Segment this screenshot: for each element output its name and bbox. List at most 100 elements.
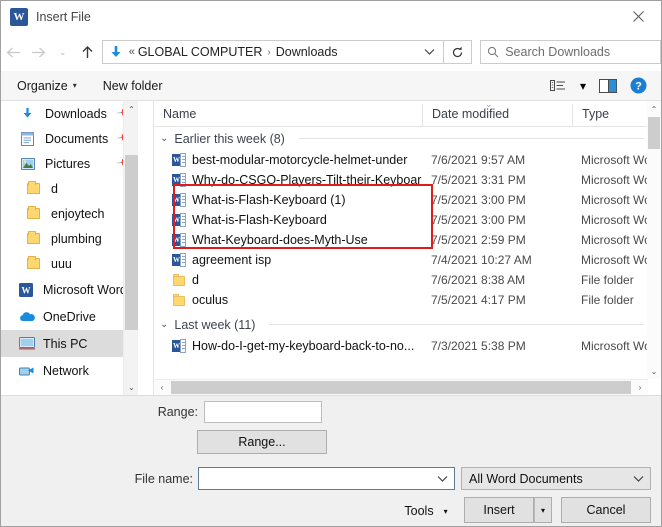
file-date-cell: 7/3/2021 5:38 PM [431,339,526,353]
close-icon[interactable] [615,1,661,32]
insert-dropdown-button[interactable]: ▾ [534,497,552,523]
table-row[interactable]: d 7/6/2021 8:38 AM File folder [154,270,648,290]
file-name-cell[interactable]: oculus [154,293,422,307]
file-name-input[interactable] [198,467,455,490]
file-name: Why-do-CSGO-Players-Tilt-their-Keyboard [192,173,422,187]
tools-button[interactable]: Tools ▾ [392,499,460,523]
refresh-button[interactable] [443,40,473,64]
up-icon[interactable] [75,37,100,67]
new-folder-button[interactable]: New folder [97,79,169,93]
file-list-scrollbar[interactable]: ⌃ ⌄ [647,101,661,379]
group-header-earlier-this-week[interactable]: ⌄ Earlier this week (8) [154,127,648,150]
sidebar-item-downloads[interactable]: Downloads 📌 [1,101,138,126]
table-row[interactable]: W What-is-Flash-Keyboard 7/5/2021 3:00 P… [154,210,648,230]
file-date-cell: 7/4/2021 10:27 AM [431,253,532,267]
group-header-last-week[interactable]: ⌄ Last week (11) [154,313,648,336]
file-name-cell[interactable]: W agreement isp [154,252,422,268]
file-name-cell[interactable]: W What-is-Flash-Keyboard [154,212,422,228]
sidebar-item-microsoft-word[interactable]: W Microsoft Word [1,276,138,303]
file-list-scrollbar-thumb[interactable] [648,117,660,149]
group-label: Earlier this week (8) [174,131,285,146]
table-row[interactable]: W best-modular-motorcycle-helmet-under 7… [154,150,648,170]
forward-icon[interactable] [26,37,51,67]
chevron-down-icon[interactable]: ⌄ [160,133,168,144]
view-list-icon[interactable] [545,74,571,98]
folder-icon [27,231,47,244]
organize-button[interactable]: Organize ▾ [11,79,83,93]
sidebar-item-pictures[interactable]: Pictures 📌 [1,151,138,176]
table-row[interactable]: W What-Keyboard-does-Myth-Use 7/5/2021 2… [154,230,648,250]
file-type-filter[interactable]: All Word Documents [461,467,651,490]
file-list-pane: Name ⌄ Date modified Type ⌄ Earlier this… [153,99,661,395]
chevron-down-icon[interactable]: ⌄ [160,319,168,330]
table-row[interactable]: W Why-do-CSGO-Players-Tilt-their-Keyboar… [154,170,648,190]
word-file-icon: W [172,232,186,248]
file-type-cell: Microsoft Wo [581,233,648,247]
column-header-date-modified[interactable]: ⌄ Date modified [422,99,572,126]
pictures-icon [21,157,41,170]
chevron-down-icon[interactable] [626,468,650,489]
recent-locations-icon[interactable]: ⌄ [50,37,75,67]
range-button[interactable]: Range... [197,430,327,454]
column-header-name[interactable]: Name [154,104,422,126]
file-name-cell[interactable]: W How-do-I-get-my-keyboard-back-to-no... [154,338,422,354]
folder-icon [27,181,47,194]
file-name-cell[interactable]: W Why-do-CSGO-Players-Tilt-their-Keyboar… [154,172,422,188]
scroll-up-icon[interactable]: ⌃ [124,101,138,117]
sidebar-scrollbar[interactable]: ⌃ ⌄ [123,101,138,395]
sidebar-item-onedrive[interactable]: OneDrive [1,303,138,330]
table-row[interactable]: W What-is-Flash-Keyboard (1) 7/5/2021 3:… [154,190,648,210]
table-row[interactable]: oculus 7/5/2021 4:17 PM File folder [154,290,648,310]
address-bar[interactable]: « GLOBAL COMPUTER › Downloads [101,40,444,64]
onedrive-icon [19,311,39,322]
title-bar: W Insert File [1,1,661,33]
pane-splitter[interactable] [138,101,153,395]
sidebar-item-this-pc[interactable]: This PC [1,330,138,357]
scroll-right-icon[interactable]: › [632,380,648,395]
scroll-up-icon[interactable]: ⌃ [647,101,661,117]
documents-icon [21,131,41,146]
breadcrumb-computer[interactable]: GLOBAL COMPUTER [138,45,263,59]
sidebar-label: plumbing [51,231,102,246]
scroll-left-icon[interactable]: ‹ [154,380,170,395]
table-row[interactable]: W agreement isp 7/4/2021 10:27 AM Micros… [154,250,648,270]
file-type-cell: Microsoft Wo [581,193,648,207]
table-row[interactable]: W How-do-I-get-my-keyboard-back-to-no...… [154,336,648,356]
back-icon[interactable] [1,37,26,67]
sidebar-scrollbar-thumb[interactable] [125,155,138,330]
insert-button[interactable]: Insert [464,497,534,523]
file-name-cell[interactable]: W best-modular-motorcycle-helmet-under [154,152,422,168]
file-name-cell[interactable]: d [154,273,422,287]
chevron-down-icon[interactable] [419,41,441,63]
download-icon [107,45,125,59]
chevron-down-icon: ▾ [72,81,77,90]
sidebar-item-uuu[interactable]: uuu [1,251,138,276]
breadcrumb-downloads[interactable]: Downloads [276,45,338,59]
view-chevron-down-icon[interactable]: ▾ [575,74,591,98]
cancel-button[interactable]: Cancel [561,497,651,523]
sidebar-label: d [51,181,58,196]
sidebar-item-documents[interactable]: Documents 📌 [1,126,138,151]
sidebar-item-plumbing[interactable]: plumbing [1,226,138,251]
chevron-down-icon[interactable] [430,468,454,489]
scroll-down-icon[interactable]: ⌄ [124,379,138,395]
column-label: Type [582,107,610,121]
preview-pane-icon[interactable] [595,74,621,98]
column-header-type[interactable]: Type [572,104,648,126]
range-input[interactable] [204,401,322,423]
sidebar-item-d[interactable]: d [1,176,138,201]
help-icon[interactable]: ? [625,74,651,98]
word-file-icon: W [172,192,186,208]
search-input[interactable]: Search Downloads [480,40,661,64]
sidebar-item-enjoytech[interactable]: enjoytech [1,201,138,226]
scroll-down-icon[interactable]: ⌄ [647,363,661,379]
file-name-cell[interactable]: W What-is-Flash-Keyboard (1) [154,192,422,208]
chevron-down-icon: ▾ [443,506,448,516]
word-file-icon: W [172,252,186,268]
breadcrumb-overflow[interactable]: « [129,46,135,58]
sidebar-item-network[interactable]: Network [1,357,138,384]
folder-icon [172,293,186,307]
file-list-hscrollbar[interactable]: ‹ › [154,379,648,395]
file-list-hscrollbar-thumb[interactable] [171,381,631,394]
file-name-cell[interactable]: W What-Keyboard-does-Myth-Use [154,232,422,248]
